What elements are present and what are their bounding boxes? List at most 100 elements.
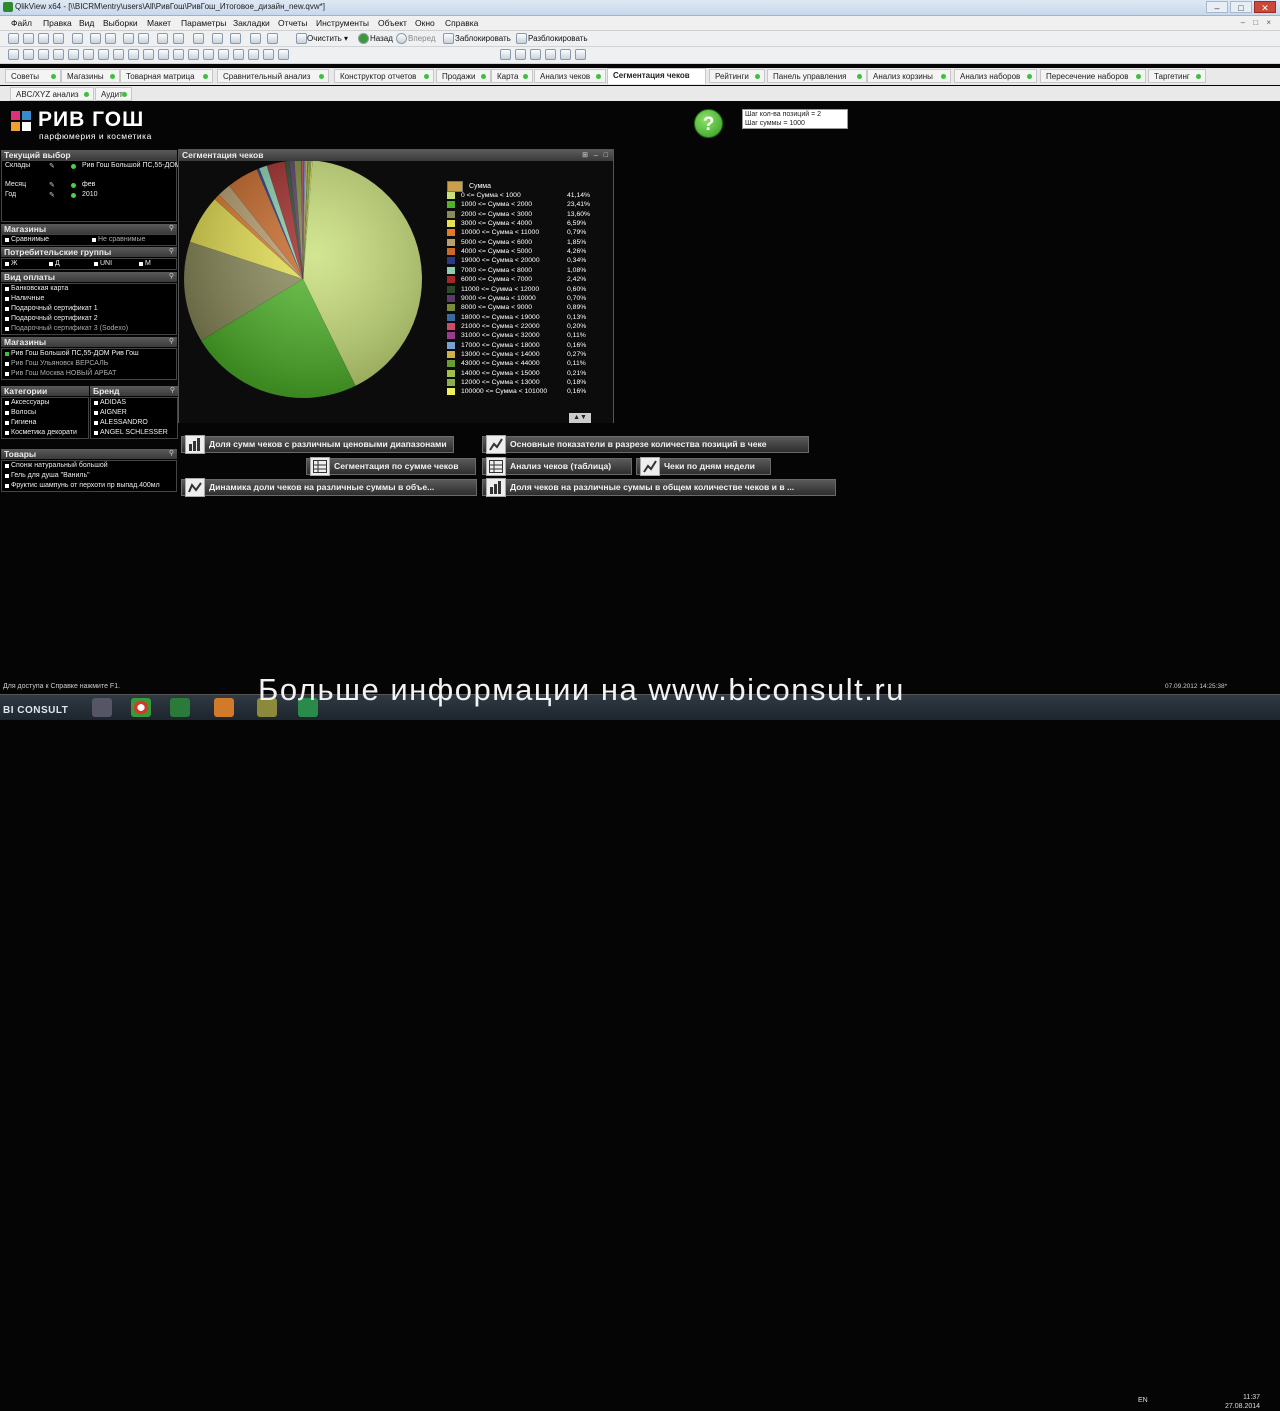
tab-panel-upravleniya[interactable]: Панель управления — [767, 69, 867, 83]
tab-analiz-chekov[interactable]: Анализ чеков — [534, 69, 606, 83]
list-item[interactable]: Подарочный сертификат 2 — [5, 315, 98, 322]
search-icon[interactable] — [157, 33, 168, 44]
list-item[interactable]: UNI — [94, 260, 112, 267]
tablebox-icon[interactable] — [68, 49, 79, 60]
slider-object-icon[interactable] — [173, 49, 184, 60]
table-view-icon[interactable] — [173, 33, 184, 44]
tab-reytingi[interactable]: Рейтинги — [709, 69, 765, 83]
tab-karta[interactable]: Карта — [491, 69, 533, 83]
list-item[interactable]: Д — [49, 260, 60, 267]
tab-targeting[interactable]: Таргетинг — [1148, 69, 1206, 83]
menu-settings[interactable]: Параметры — [181, 18, 226, 28]
clear-icon[interactable] — [296, 33, 307, 44]
report-icon[interactable] — [248, 49, 259, 60]
bookmark-icon[interactable] — [230, 33, 241, 44]
tab-abc-xyz[interactable]: ABC/XYZ анализ — [10, 87, 94, 101]
list-item[interactable]: ANGEL SCHLESSER — [94, 429, 168, 436]
list-item[interactable]: Волосы — [5, 409, 36, 416]
cycle-icon[interactable] — [447, 181, 463, 192]
list-item[interactable]: Рив Гош Большой ПС,55-ДОМ Рив Гош — [5, 350, 139, 357]
list-item[interactable]: ALESSANDRO — [94, 419, 148, 426]
list-item[interactable]: Косметика декорати — [5, 429, 77, 436]
lock-button[interactable]: Заблокировать — [455, 34, 511, 43]
tab-konstruktor[interactable]: Конструктор отчетов — [334, 69, 434, 83]
list-item[interactable]: Подарочный сертификат 1 — [5, 305, 98, 312]
legend-scroll-icon[interactable]: ▲▼ — [569, 413, 591, 423]
save-icon[interactable] — [53, 33, 64, 44]
list-item[interactable]: Фруктис шампунь от перхоти пр выпад.400м… — [5, 482, 160, 489]
unlock-button[interactable]: Разблокировать — [528, 34, 588, 43]
minimize-button[interactable]: – — [1206, 1, 1228, 13]
tab-sovety[interactable]: Советы — [5, 69, 61, 83]
list-item[interactable]: М — [139, 260, 151, 267]
list-item[interactable]: Рив Гош Москва НОВЫЙ АРБАТ — [5, 370, 116, 377]
clear-dropdown-icon[interactable]: ▾ — [344, 34, 348, 43]
menu-object[interactable]: Объект — [378, 18, 407, 28]
chart-icon[interactable] — [83, 49, 94, 60]
language-indicator[interactable]: EN — [1138, 1397, 1148, 1404]
line-object-icon[interactable] — [158, 49, 169, 60]
chrome-icon[interactable] — [131, 698, 151, 717]
menu-tools[interactable]: Инструменты — [316, 18, 369, 28]
menu-help[interactable]: Справка — [445, 18, 478, 28]
report-button[interactable]: Сегментация по сумме чеков — [306, 457, 476, 476]
menu-bookmarks[interactable]: Закладки — [233, 18, 270, 28]
menu-edit[interactable]: Правка — [43, 18, 72, 28]
text-format-icon[interactable] — [188, 49, 199, 60]
undo-icon[interactable] — [123, 33, 134, 44]
list-item[interactable]: ADIDAS — [94, 399, 126, 406]
menu-view[interactable]: Вид — [79, 18, 94, 28]
align-left-icon[interactable] — [500, 49, 511, 60]
report-button[interactable]: Чеки по дням недели — [636, 457, 771, 476]
menu-layout[interactable]: Макет — [147, 18, 171, 28]
list-item[interactable]: Гель для душа "Ваниль" — [5, 472, 90, 479]
open-server-icon[interactable] — [38, 33, 49, 44]
list-item[interactable]: Наличные — [5, 295, 44, 302]
eraser-icon[interactable]: ✎ — [49, 181, 55, 189]
redo-icon[interactable] — [138, 33, 149, 44]
list-item[interactable]: AIGNER — [94, 409, 127, 416]
media-icon[interactable] — [92, 698, 112, 717]
bookmark-object-icon[interactable] — [203, 49, 214, 60]
report-button[interactable]: Динамика доли чеков на различные суммы в… — [181, 478, 477, 497]
tab-segmentaciya-chekov[interactable]: Сегментация чеков — [607, 68, 706, 84]
close-button[interactable]: ✕ — [1254, 1, 1276, 13]
chart-wizard-icon[interactable] — [193, 33, 204, 44]
align-bottom-icon[interactable] — [560, 49, 571, 60]
list-item[interactable]: Аксессуары — [5, 399, 49, 406]
eraser-icon[interactable]: ✎ — [49, 191, 55, 199]
inputbox-icon[interactable] — [98, 49, 109, 60]
list-item[interactable]: Спонж натуральный большой — [5, 462, 108, 469]
open-icon[interactable] — [23, 33, 34, 44]
back-button[interactable]: Назад — [370, 34, 393, 43]
print-icon[interactable] — [72, 33, 83, 44]
sheet-props-icon[interactable] — [23, 49, 34, 60]
new-sheet-icon[interactable] — [8, 49, 19, 60]
text-object-icon[interactable] — [143, 49, 154, 60]
list-item[interactable]: Подарочный сертификат 3 (Sodexo) — [5, 325, 128, 332]
unlock-icon[interactable] — [516, 33, 527, 44]
forward-icon[interactable] — [396, 33, 407, 44]
excel-icon[interactable] — [170, 698, 190, 717]
tab-peresechenie-naborov[interactable]: Пересечение наборов — [1040, 69, 1146, 83]
menu-window[interactable]: Окно — [415, 18, 435, 28]
about-icon[interactable] — [267, 33, 278, 44]
listbox-icon[interactable] — [38, 49, 49, 60]
distribute-icon[interactable] — [575, 49, 586, 60]
tab-sravnitelnyy-analiz[interactable]: Сравнительный анализ — [217, 69, 329, 83]
tab-analiz-korziny[interactable]: Анализ корзины — [867, 69, 951, 83]
list-item[interactable]: Ж — [5, 260, 17, 267]
tab-prodazhi[interactable]: Продажи — [436, 69, 491, 83]
align-right-icon[interactable] — [530, 49, 541, 60]
edit-script-icon[interactable] — [90, 33, 101, 44]
forward-button[interactable]: Вперед — [408, 34, 436, 43]
maximize-button[interactable]: □ — [1230, 1, 1252, 13]
list-item[interactable]: Сравнимые — [5, 236, 49, 243]
list-item[interactable]: Не сравнимые — [92, 236, 145, 243]
report-button[interactable]: Основные показатели в разрезе количества… — [482, 435, 809, 454]
button-object-icon[interactable] — [128, 49, 139, 60]
report-button[interactable]: Доля сумм чеков с различным ценовыми диа… — [181, 435, 454, 454]
new-doc-icon[interactable] — [8, 33, 19, 44]
pie-chart[interactable] — [179, 161, 439, 423]
current-selections-icon[interactable] — [113, 49, 124, 60]
